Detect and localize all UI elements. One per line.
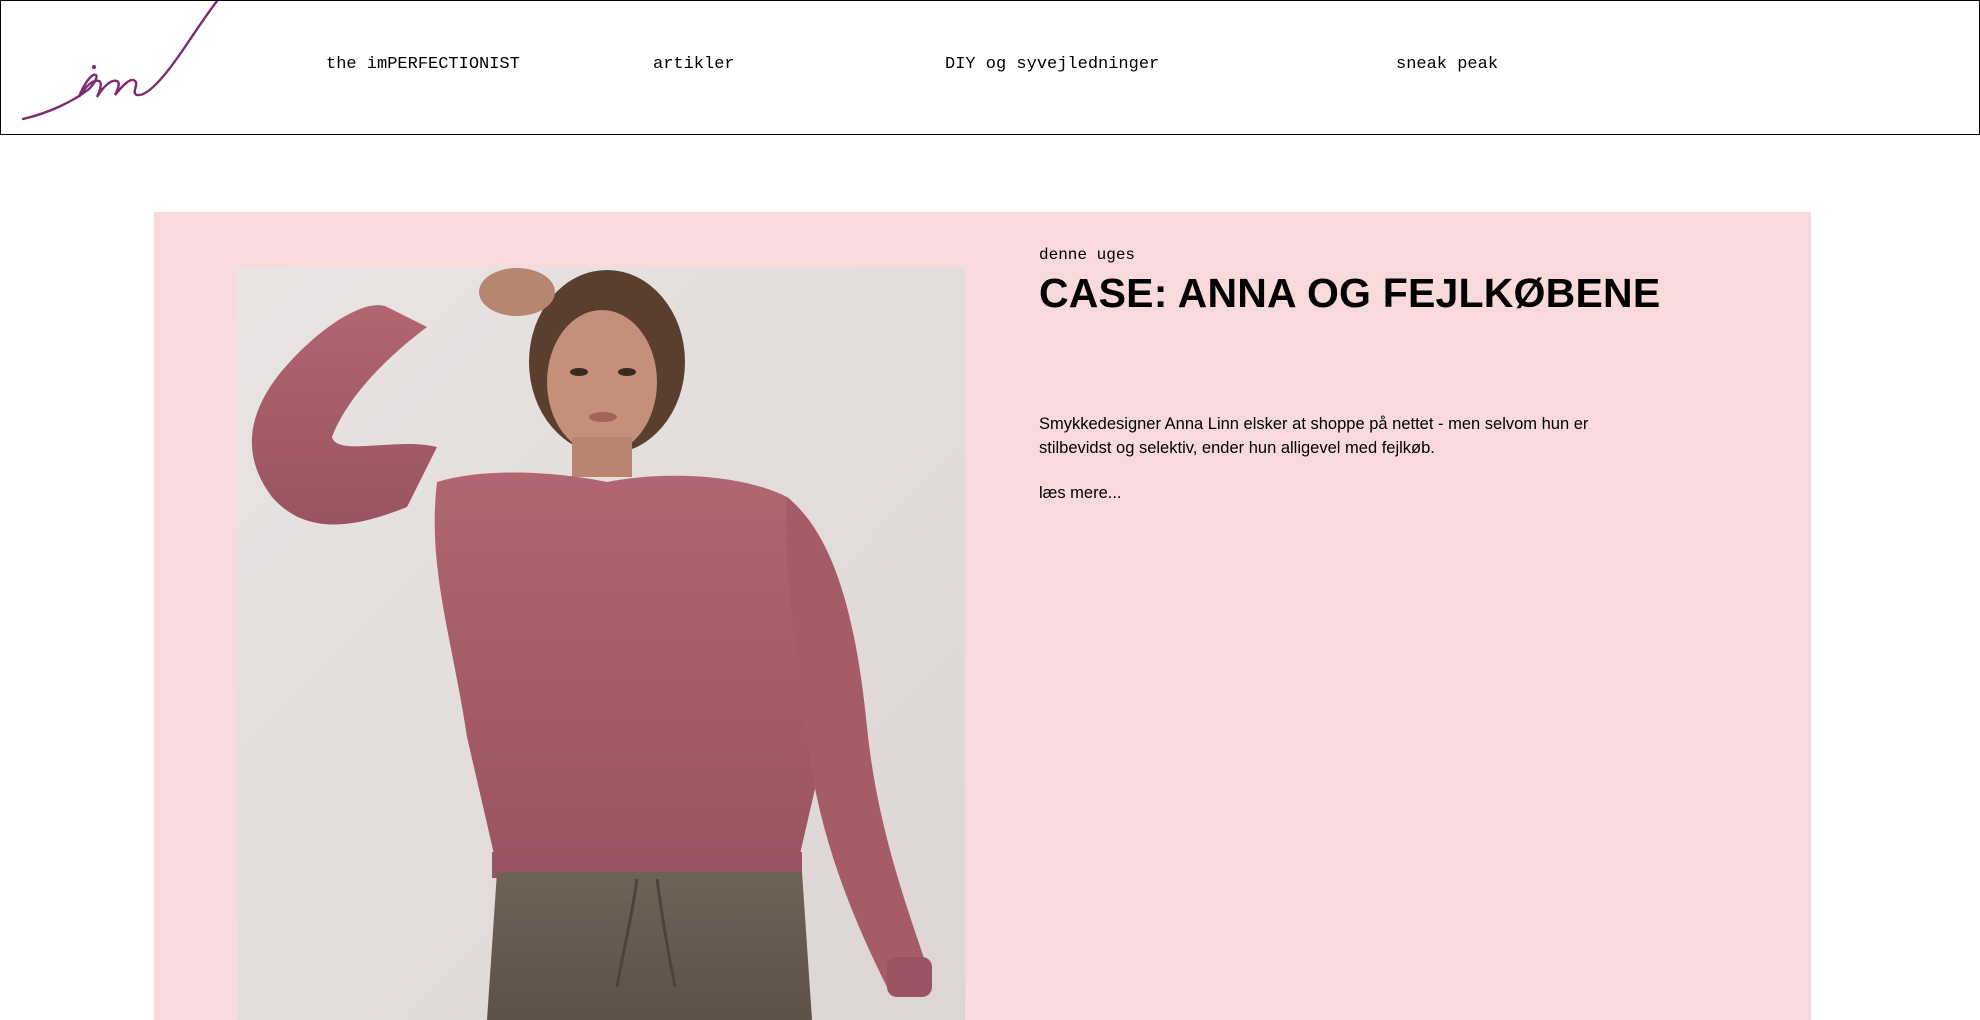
nav-item-artikler[interactable]: artikler bbox=[653, 55, 735, 74]
nav-item-diy[interactable]: DIY og syvejledninger bbox=[945, 55, 1159, 74]
article-title[interactable]: CASE: ANNA OG FEJLKØBENE bbox=[1039, 270, 1660, 317]
article-eyebrow: denne uges bbox=[1039, 246, 1136, 264]
site-header: the imPERFECTIONIST artikler DIY og syve… bbox=[0, 0, 1980, 135]
read-more-link[interactable]: læs mere... bbox=[1039, 484, 1122, 503]
im-logo-icon[interactable] bbox=[19, 0, 239, 126]
nav-item-the-imperfectionist[interactable]: the imPERFECTIONIST bbox=[326, 55, 520, 74]
featured-article-image[interactable] bbox=[237, 267, 965, 1020]
nav-item-sneak-peak[interactable]: sneak peak bbox=[1396, 55, 1498, 74]
article-excerpt: Smykkedesigner Anna Linn elsker at shopp… bbox=[1039, 415, 1589, 457]
featured-article-card: denne uges CASE: ANNA OG FEJLKØBENE Smyk… bbox=[154, 212, 1811, 1020]
